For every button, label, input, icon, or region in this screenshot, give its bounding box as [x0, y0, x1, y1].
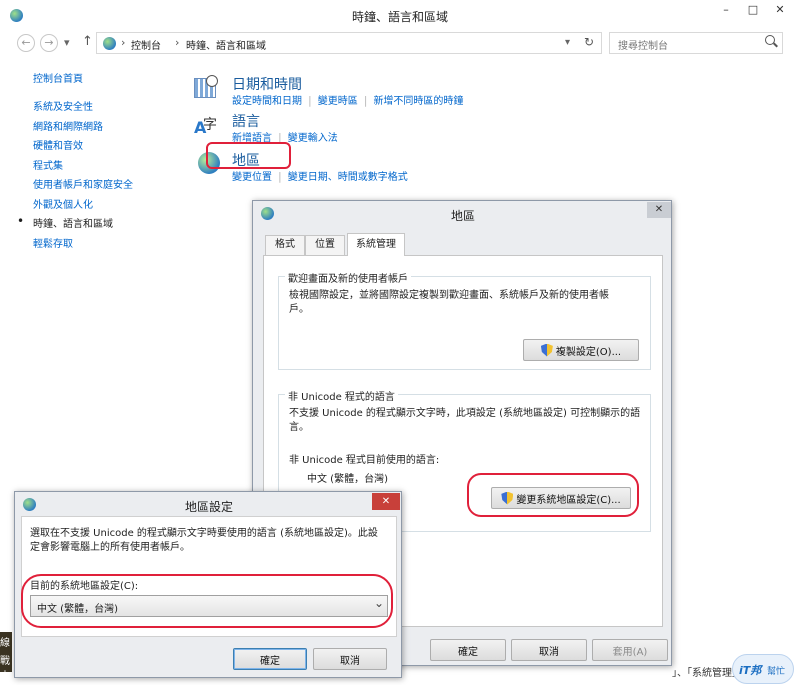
region-cancel-button[interactable]: 取消 [511, 639, 587, 661]
category-date-time: 日期和時間 設定時間和日期 | 變更時區 | 新增不同時區的時鐘 [192, 72, 592, 108]
uac-shield-icon [540, 343, 553, 357]
breadcrumb-clock-language-region[interactable]: 時鐘、語言和區域 [186, 37, 266, 52]
non-unicode-group-title: 非 Unicode 程式的語言 [285, 388, 398, 403]
region-settings-ok-button[interactable]: 確定 [233, 648, 307, 670]
title-bar: 時鐘、語言和區域 – □ ✕ [0, 0, 800, 30]
search-icon-handle [773, 42, 778, 48]
welcome-group-text: 檢視國際設定，並將國際設定複製到歡迎畫面、系統帳戶及新的使用者帳戶。 [289, 290, 609, 315]
sidebar-current-bullet: • [17, 214, 25, 228]
set-time-date-link[interactable]: 設定時間和日期 [232, 96, 302, 107]
sidebar-item-hardware-sound[interactable]: 硬體和音效 [33, 137, 83, 152]
breadcrumb-separator-icon: › [175, 36, 180, 49]
sidebar-item-clock-language-region: 時鐘、語言和區域 [33, 219, 113, 230]
background-left-text-1: 線 [0, 638, 10, 649]
sidebar-item-system-security[interactable]: 系統及安全性 [33, 98, 93, 113]
region-links: 變更位置 | 變更日期、時間或數字格式 [232, 170, 408, 183]
sidebar-item-programs[interactable]: 程式集 [33, 157, 63, 172]
sidebar-home-link[interactable]: 控制台首頁 [33, 70, 83, 85]
region-settings-close-button[interactable]: ✕ [372, 493, 400, 510]
search-box[interactable]: 搜尋控制台 [609, 32, 783, 54]
date-time-title[interactable]: 日期和時間 [232, 74, 302, 94]
root-arrow-icon[interactable]: › [121, 36, 125, 49]
search-input[interactable]: 搜尋控制台 [618, 37, 668, 52]
region-dialog-close-button[interactable]: ✕ [647, 202, 671, 218]
add-clocks-link[interactable]: 新增不同時區的時鐘 [373, 96, 463, 107]
change-location-link[interactable]: 變更位置 [232, 172, 272, 183]
back-button[interactable]: ← [17, 34, 35, 52]
change-locale-highlight [467, 473, 639, 517]
minimize-button[interactable]: – [713, 0, 739, 18]
language-title[interactable]: 語言 [232, 111, 260, 131]
close-button[interactable]: ✕ [767, 0, 793, 18]
window-title: 時鐘、語言和區域 [351, 10, 448, 24]
address-box[interactable]: › 控制台 › 時鐘、語言和區域 ▾ ↻ [96, 32, 602, 54]
change-input-method-link[interactable]: 變更輸入法 [288, 133, 338, 144]
sidebar: 控制台首頁 系統及安全性 網路和網際網路 硬體和音效 程式集 使用者帳戶和家庭安… [0, 66, 185, 266]
current-language-label: 非 Unicode 程式目前使用的語言: [289, 455, 440, 466]
calendar-clock-badge-icon [206, 75, 218, 87]
tab-formats[interactable]: 格式 [265, 235, 305, 255]
navigation-bar: ← → ▾ ↑ › 控制台 › 時鐘、語言和區域 ▾ ↻ 搜尋控制台 [0, 30, 800, 56]
tab-location[interactable]: 位置 [305, 235, 345, 255]
region-settings-title: 地區設定 [184, 500, 233, 514]
region-title-highlight [206, 142, 291, 169]
logo-text-2: 幫忙 [767, 667, 786, 677]
category-language: A 字 語言 新增語言 | 變更輸入法 [192, 110, 592, 146]
language-icon[interactable]: A 字 [194, 114, 220, 140]
sidebar-item-appearance[interactable]: 外觀及個人化 [33, 196, 93, 211]
region-apply-button[interactable]: 套用(A) [592, 639, 668, 661]
forward-button[interactable]: → [40, 34, 58, 52]
maximize-button[interactable]: □ [740, 0, 766, 18]
sidebar-item-user-accounts[interactable]: 使用者帳戶和家庭安全 [33, 176, 133, 191]
copy-settings-label: 複製設定(O)... [555, 346, 622, 358]
non-unicode-group-text: 不支援 Unicode 的程式顯示文字時，此項設定 (系統地區設定) 可控制顯示… [289, 408, 641, 433]
sidebar-item-network[interactable]: 網路和網際網路 [33, 118, 103, 133]
copy-settings-button[interactable]: 複製設定(O)... [523, 339, 639, 361]
background-left-text-2: 戰士 [0, 656, 10, 672]
region-settings-description: 選取在不支援 Unicode 的程式顯示文字時要使用的語言 (系統地區設定)。此… [30, 528, 378, 553]
current-language-value: 中文 (繁體，台灣) [307, 474, 388, 485]
control-panel-crumb-icon [103, 37, 116, 50]
region-settings-cancel-button[interactable]: 取消 [313, 648, 387, 670]
tab-administrative[interactable]: 系統管理 [347, 233, 405, 256]
logo-text-1: iT邦 [739, 664, 762, 677]
date-time-links: 設定時間和日期 | 變更時區 | 新增不同時區的時鐘 [232, 94, 464, 107]
recent-locations-dropdown[interactable]: ▾ [64, 36, 70, 49]
region-ok-button[interactable]: 確定 [430, 639, 506, 661]
ithome-logo: iT邦 幫忙 [732, 654, 794, 684]
change-timezone-link[interactable]: 變更時區 [318, 96, 358, 107]
system-locale-highlight [21, 574, 393, 628]
region-dialog-title: 地區 [450, 209, 475, 223]
welcome-screen-group: 歡迎畫面及新的使用者帳戶 檢視國際設定，並將國際設定複製到歡迎畫面、系統帳戶及新… [278, 270, 651, 370]
up-button[interactable]: ↑ [82, 34, 93, 49]
sidebar-item-ease-of-access[interactable]: 輕鬆存取 [33, 235, 73, 250]
change-date-time-number-format-link[interactable]: 變更日期、時間或數字格式 [288, 172, 408, 183]
address-dropdown-icon[interactable]: ▾ [565, 37, 570, 48]
background-left-edge: 線 戰士 [0, 632, 12, 672]
refresh-button[interactable]: ↻ [584, 35, 594, 49]
welcome-group-title: 歡迎畫面及新的使用者帳戶 [285, 270, 411, 285]
region-settings-dialog: 地區設定 ✕ 選取在不支援 Unicode 的程式顯示文字時要使用的語言 (系統… [14, 491, 402, 678]
breadcrumb-control-panel[interactable]: 控制台 [131, 37, 161, 52]
